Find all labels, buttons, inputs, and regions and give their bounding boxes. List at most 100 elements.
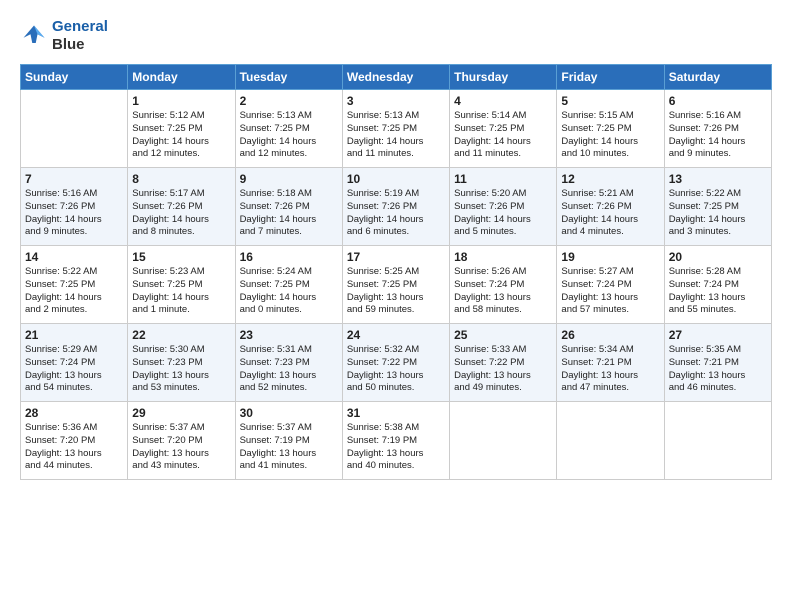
calendar-cell: 19 Sunrise: 5:27 AM Sunset: 7:24 PM Dayli… — [557, 246, 664, 324]
calendar-cell: 15 Sunrise: 5:23 AM Sunset: 7:25 PM Dayli… — [128, 246, 235, 324]
cell-details: Sunrise: 5:23 AM Sunset: 7:25 PM Dayligh… — [132, 266, 230, 317]
weekday-header-friday: Friday — [557, 65, 664, 90]
calendar-cell: 24Sunrise: 5:32 AM Sunset: 7:22 PM Dayli… — [342, 324, 449, 402]
cell-details: Sunrise: 5:22 AM Sunset: 7:25 PM Dayligh… — [669, 188, 767, 239]
day-number: 24 — [347, 328, 445, 342]
logo-line1: General — [52, 18, 108, 36]
calendar-cell: 1Sunrise: 5:12 AM Sunset: 7:25 PM Daylig… — [128, 90, 235, 168]
day-number: 25 — [454, 328, 552, 342]
day-number: 29 — [132, 406, 230, 420]
cell-details: Sunrise: 5:30 AM Sunset: 7:23 PM Dayligh… — [132, 344, 230, 395]
cell-details: Sunrise: 5:19 AM Sunset: 7:26 PM Dayligh… — [347, 188, 445, 239]
calendar-cell: 3 Sunrise: 5:13 AM Sunset: 7:25 PM Daylig… — [342, 90, 449, 168]
day-number: 13 — [669, 172, 767, 186]
calendar-cell: 30 Sunrise: 5:37 AM Sunset: 7:19 PM Dayli… — [235, 402, 342, 480]
day-number: 14 — [25, 250, 123, 264]
calendar-cell: 20Sunrise: 5:28 AM Sunset: 7:24 PM Dayli… — [664, 246, 771, 324]
cell-details: Sunrise: 5:15 AM Sunset: 7:25 PM Dayligh… — [561, 110, 659, 161]
day-number: 1 — [132, 94, 230, 108]
cell-details: Sunrise: 5:17 AM Sunset: 7:26 PM Dayligh… — [132, 188, 230, 239]
day-number: 3 — [347, 94, 445, 108]
day-number: 12 — [561, 172, 659, 186]
calendar-cell: 16 Sunrise: 5:24 AM Sunset: 7:25 PM Dayli… — [235, 246, 342, 324]
calendar-week-row: 28 Sunrise: 5:36 AM Sunset: 7:20 PM Dayli… — [21, 402, 772, 480]
calendar-cell: 31 Sunrise: 5:38 AM Sunset: 7:19 PM Dayli… — [342, 402, 449, 480]
cell-details: Sunrise: 5:27 AM Sunset: 7:24 PM Dayligh… — [561, 266, 659, 317]
calendar-cell: 8 Sunrise: 5:17 AM Sunset: 7:26 PM Daylig… — [128, 168, 235, 246]
day-number: 19 — [561, 250, 659, 264]
cell-details: Sunrise: 5:16 AM Sunset: 7:26 PM Dayligh… — [669, 110, 767, 161]
day-number: 9 — [240, 172, 338, 186]
cell-details: Sunrise: 5:18 AM Sunset: 7:26 PM Dayligh… — [240, 188, 338, 239]
cell-details: Sunrise: 5:29 AM Sunset: 7:24 PM Dayligh… — [25, 344, 123, 395]
cell-details: Sunrise: 5:26 AM Sunset: 7:24 PM Dayligh… — [454, 266, 552, 317]
calendar-cell: 10Sunrise: 5:19 AM Sunset: 7:26 PM Dayli… — [342, 168, 449, 246]
cell-details: Sunrise: 5:37 AM Sunset: 7:20 PM Dayligh… — [132, 422, 230, 473]
logo: General Blue — [20, 18, 108, 54]
day-number: 15 — [132, 250, 230, 264]
weekday-header-tuesday: Tuesday — [235, 65, 342, 90]
calendar-cell — [557, 402, 664, 480]
calendar-week-row: 1Sunrise: 5:12 AM Sunset: 7:25 PM Daylig… — [21, 90, 772, 168]
day-number: 16 — [240, 250, 338, 264]
calendar-cell: 25 Sunrise: 5:33 AM Sunset: 7:22 PM Dayli… — [450, 324, 557, 402]
day-number: 31 — [347, 406, 445, 420]
cell-details: Sunrise: 5:21 AM Sunset: 7:26 PM Dayligh… — [561, 188, 659, 239]
header: General Blue — [20, 18, 772, 54]
cell-details: Sunrise: 5:25 AM Sunset: 7:25 PM Dayligh… — [347, 266, 445, 317]
calendar-cell: 29 Sunrise: 5:37 AM Sunset: 7:20 PM Dayli… — [128, 402, 235, 480]
weekday-header-saturday: Saturday — [664, 65, 771, 90]
calendar-cell: 17Sunrise: 5:25 AM Sunset: 7:25 PM Dayli… — [342, 246, 449, 324]
day-number: 21 — [25, 328, 123, 342]
day-number: 2 — [240, 94, 338, 108]
calendar-cell — [664, 402, 771, 480]
cell-details: Sunrise: 5:31 AM Sunset: 7:23 PM Dayligh… — [240, 344, 338, 395]
day-number: 8 — [132, 172, 230, 186]
calendar-cell: 18 Sunrise: 5:26 AM Sunset: 7:24 PM Dayli… — [450, 246, 557, 324]
day-number: 28 — [25, 406, 123, 420]
cell-details: Sunrise: 5:24 AM Sunset: 7:25 PM Dayligh… — [240, 266, 338, 317]
calendar-cell: 12 Sunrise: 5:21 AM Sunset: 7:26 PM Dayli… — [557, 168, 664, 246]
day-number: 23 — [240, 328, 338, 342]
calendar-week-row: 14 Sunrise: 5:22 AM Sunset: 7:25 PM Dayli… — [21, 246, 772, 324]
calendar-cell: 5Sunrise: 5:15 AM Sunset: 7:25 PM Daylig… — [557, 90, 664, 168]
logo-line2: Blue — [52, 36, 108, 54]
calendar-cell: 6Sunrise: 5:16 AM Sunset: 7:26 PM Daylig… — [664, 90, 771, 168]
cell-details: Sunrise: 5:20 AM Sunset: 7:26 PM Dayligh… — [454, 188, 552, 239]
weekday-header-monday: Monday — [128, 65, 235, 90]
weekday-header-thursday: Thursday — [450, 65, 557, 90]
calendar-cell: 26 Sunrise: 5:34 AM Sunset: 7:21 PM Dayli… — [557, 324, 664, 402]
day-number: 7 — [25, 172, 123, 186]
cell-details: Sunrise: 5:34 AM Sunset: 7:21 PM Dayligh… — [561, 344, 659, 395]
calendar-cell: 21 Sunrise: 5:29 AM Sunset: 7:24 PM Dayli… — [21, 324, 128, 402]
cell-details: Sunrise: 5:33 AM Sunset: 7:22 PM Dayligh… — [454, 344, 552, 395]
day-number: 26 — [561, 328, 659, 342]
calendar-cell: 7 Sunrise: 5:16 AM Sunset: 7:26 PM Daylig… — [21, 168, 128, 246]
calendar-cell: 11Sunrise: 5:20 AM Sunset: 7:26 PM Dayli… — [450, 168, 557, 246]
logo-bird-icon — [20, 22, 48, 50]
cell-details: Sunrise: 5:38 AM Sunset: 7:19 PM Dayligh… — [347, 422, 445, 473]
page: General Blue SundayMondayTuesdayWednesda… — [0, 0, 792, 490]
calendar-cell: 23 Sunrise: 5:31 AM Sunset: 7:23 PM Dayli… — [235, 324, 342, 402]
calendar-week-row: 7 Sunrise: 5:16 AM Sunset: 7:26 PM Daylig… — [21, 168, 772, 246]
weekday-header-sunday: Sunday — [21, 65, 128, 90]
calendar-cell: 28 Sunrise: 5:36 AM Sunset: 7:20 PM Dayli… — [21, 402, 128, 480]
calendar-cell: 22Sunrise: 5:30 AM Sunset: 7:23 PM Dayli… — [128, 324, 235, 402]
day-number: 30 — [240, 406, 338, 420]
cell-details: Sunrise: 5:16 AM Sunset: 7:26 PM Dayligh… — [25, 188, 123, 239]
cell-details: Sunrise: 5:13 AM Sunset: 7:25 PM Dayligh… — [240, 110, 338, 161]
weekday-header-wednesday: Wednesday — [342, 65, 449, 90]
cell-details: Sunrise: 5:22 AM Sunset: 7:25 PM Dayligh… — [25, 266, 123, 317]
calendar-cell — [21, 90, 128, 168]
calendar-cell — [450, 402, 557, 480]
cell-details: Sunrise: 5:35 AM Sunset: 7:21 PM Dayligh… — [669, 344, 767, 395]
cell-details: Sunrise: 5:13 AM Sunset: 7:25 PM Dayligh… — [347, 110, 445, 161]
cell-details: Sunrise: 5:36 AM Sunset: 7:20 PM Dayligh… — [25, 422, 123, 473]
day-number: 18 — [454, 250, 552, 264]
weekday-header-row: SundayMondayTuesdayWednesdayThursdayFrid… — [21, 65, 772, 90]
calendar-week-row: 21 Sunrise: 5:29 AM Sunset: 7:24 PM Dayli… — [21, 324, 772, 402]
calendar-table: SundayMondayTuesdayWednesdayThursdayFrid… — [20, 64, 772, 480]
day-number: 27 — [669, 328, 767, 342]
calendar-cell: 13 Sunrise: 5:22 AM Sunset: 7:25 PM Dayli… — [664, 168, 771, 246]
cell-details: Sunrise: 5:37 AM Sunset: 7:19 PM Dayligh… — [240, 422, 338, 473]
